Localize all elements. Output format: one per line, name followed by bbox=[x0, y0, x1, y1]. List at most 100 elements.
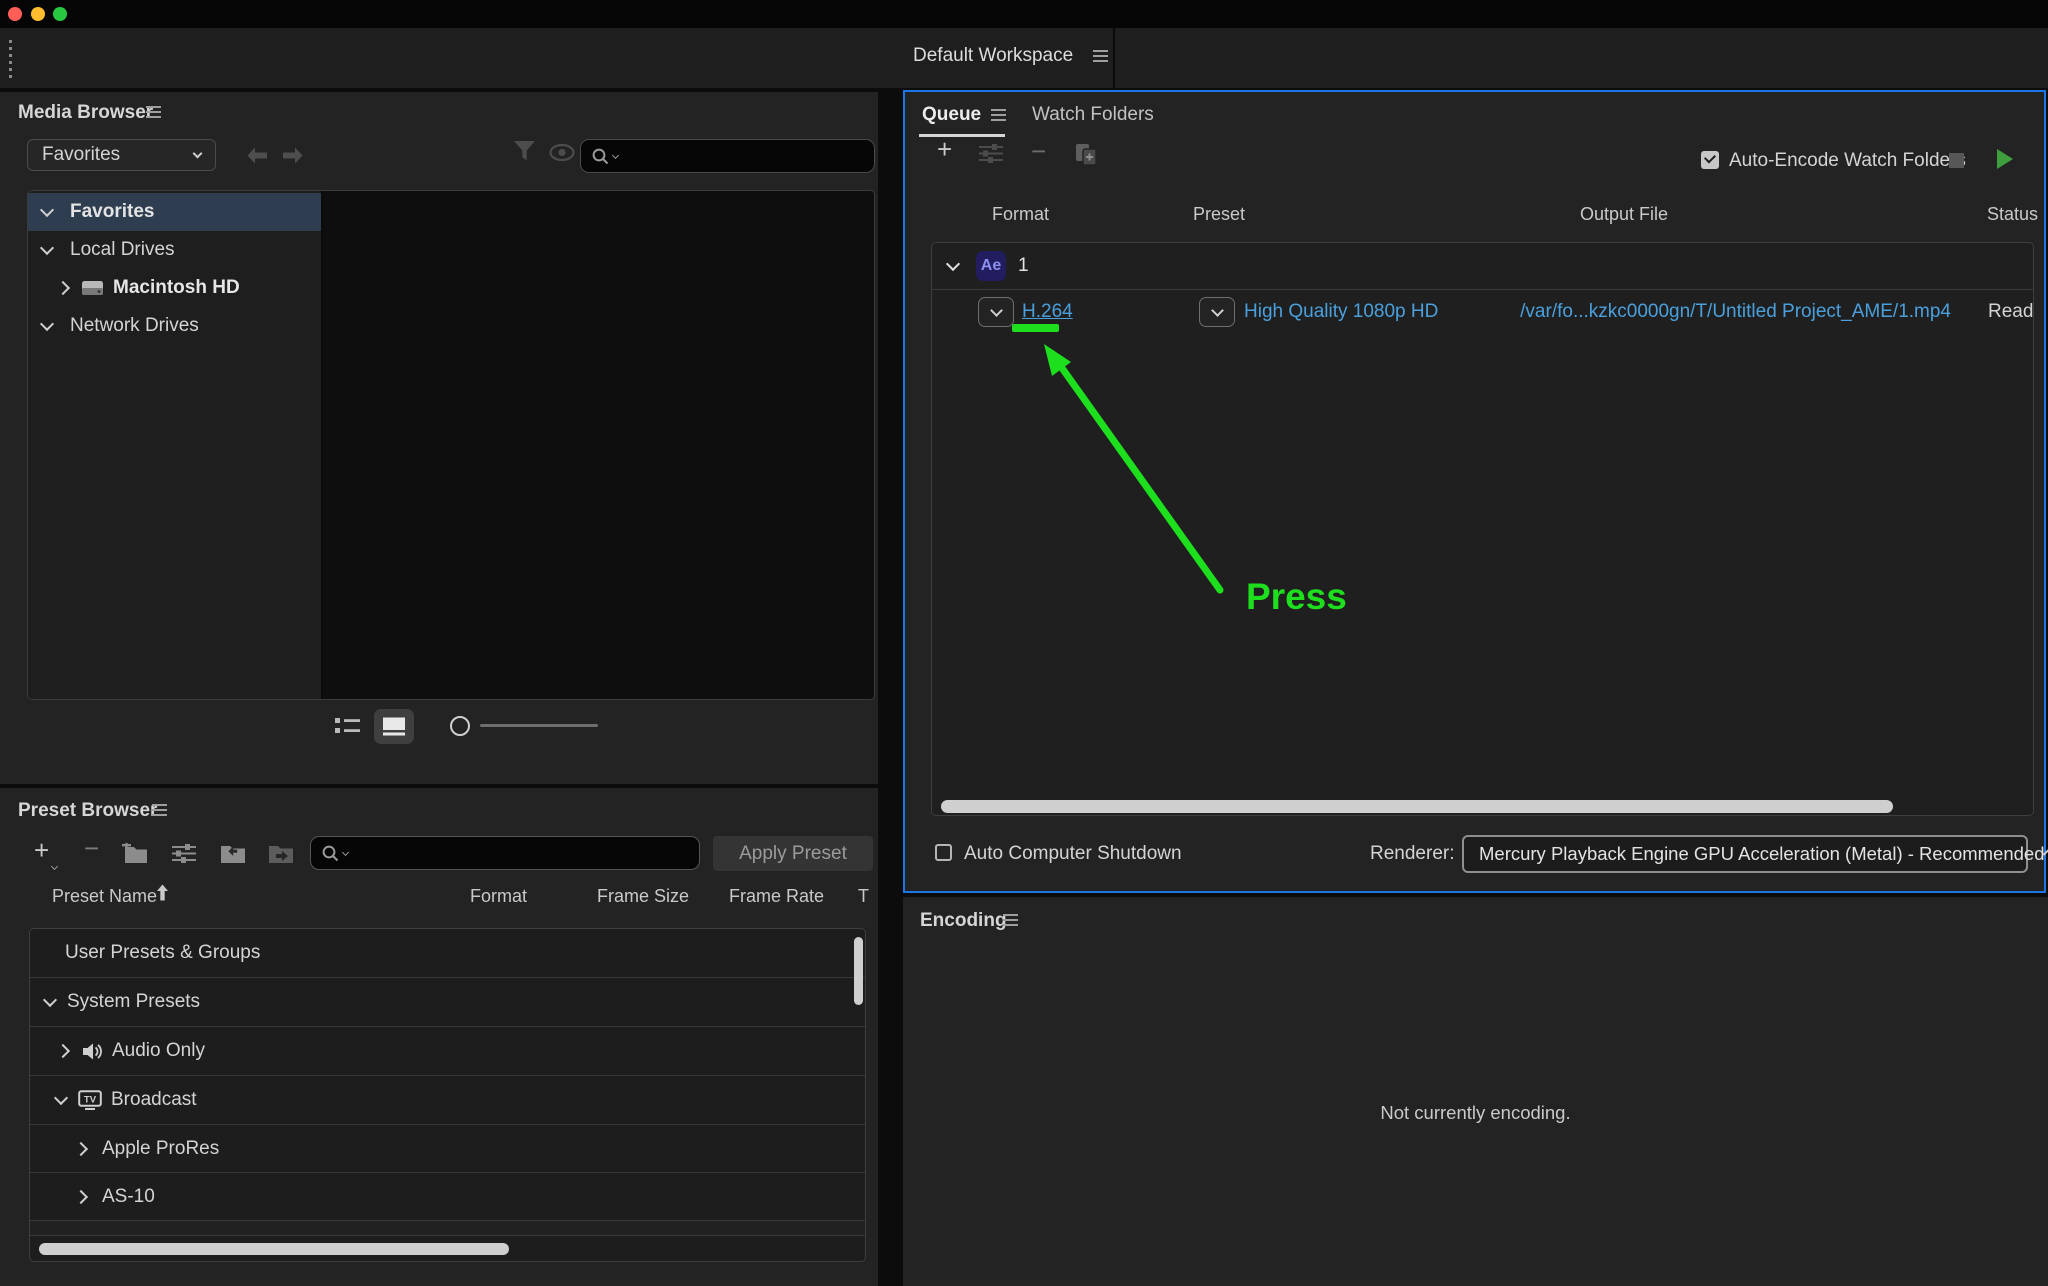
renderer-dropdown[interactable]: Mercury Playback Engine GPU Acceleration… bbox=[1462, 835, 2048, 873]
search-options-chevron-icon[interactable] bbox=[611, 151, 620, 159]
location-dropdown[interactable]: Favorites bbox=[27, 139, 216, 171]
minus-icon: − bbox=[1031, 136, 1047, 166]
tree-item-macintosh-hd[interactable]: Macintosh HD bbox=[28, 269, 321, 307]
workspace-title[interactable]: Default Workspace bbox=[913, 45, 1109, 67]
preset-list-horizontal-scrollbar[interactable] bbox=[39, 1243, 509, 1255]
add-output-button[interactable] bbox=[979, 144, 1003, 163]
queue-panel-menu-icon[interactable] bbox=[991, 109, 1006, 121]
duplicate-button[interactable] bbox=[1075, 143, 1098, 166]
preset-row-partial bbox=[30, 1221, 865, 1236]
format-dropdown-button[interactable] bbox=[978, 297, 1014, 327]
tree-item-network-drives[interactable]: Network Drives bbox=[28, 307, 321, 345]
workspace-menu-icon[interactable] bbox=[1093, 50, 1109, 62]
remove-button[interactable]: − bbox=[1031, 136, 1047, 166]
preset-row-label: System Presets bbox=[67, 991, 201, 1012]
preset-list-vertical-scrollbar[interactable] bbox=[854, 937, 863, 1005]
format-link[interactable]: H.264 bbox=[1022, 301, 1073, 323]
chevron-down-icon[interactable] bbox=[42, 992, 58, 1008]
column-frame-rate[interactable]: Frame Rate bbox=[729, 886, 824, 907]
queue-horizontal-scrollbar[interactable] bbox=[941, 800, 1893, 813]
chevron-down-icon bbox=[989, 303, 1003, 317]
list-view-button[interactable] bbox=[334, 716, 360, 736]
column-truncated[interactable]: T bbox=[858, 886, 869, 907]
preset-row-as-10[interactable]: AS-10 bbox=[30, 1173, 865, 1221]
add-source-button[interactable]: + bbox=[937, 136, 952, 162]
chevron-down-icon[interactable] bbox=[39, 240, 55, 256]
back-button[interactable] bbox=[246, 147, 268, 164]
forward-arrow-icon bbox=[283, 147, 303, 164]
media-browser-panel: Media Browser Favorites Favorites Local … bbox=[0, 92, 878, 784]
queue-item-row[interactable]: H.264 High Quality 1080p HD /var/fo...kz… bbox=[932, 290, 2033, 336]
preset-link[interactable]: High Quality 1080p HD bbox=[1244, 301, 1438, 323]
create-preset-button[interactable]: + bbox=[34, 835, 50, 865]
preset-browser-panel-menu-icon[interactable] bbox=[152, 804, 167, 816]
location-dropdown-value: Favorites bbox=[42, 144, 121, 165]
application-window: Default Workspace Media Browser Favorite… bbox=[0, 0, 2048, 1286]
export-preset-button[interactable] bbox=[268, 843, 294, 864]
tv-icon-label: TV bbox=[84, 1095, 97, 1106]
minimize-button[interactable] bbox=[31, 7, 45, 21]
eye-icon bbox=[549, 144, 575, 161]
encoding-panel-menu-icon[interactable] bbox=[1003, 914, 1018, 926]
close-button[interactable] bbox=[8, 7, 22, 21]
panel-grip[interactable] bbox=[9, 40, 12, 78]
preset-row-broadcast[interactable]: TV Broadcast bbox=[30, 1076, 865, 1125]
preset-settings-button[interactable] bbox=[172, 844, 196, 863]
titlebar bbox=[0, 0, 2048, 28]
export-folder-icon bbox=[269, 846, 293, 863]
zoom-slider-track[interactable] bbox=[480, 724, 598, 727]
preset-row-system-presets[interactable]: System Presets bbox=[30, 978, 865, 1027]
chevron-down-icon[interactable] bbox=[39, 316, 55, 332]
media-search-input[interactable] bbox=[580, 139, 875, 173]
tree-item-favorites[interactable]: Favorites bbox=[28, 193, 321, 231]
chevron-right-icon[interactable] bbox=[55, 280, 71, 296]
search-options-chevron-icon[interactable] bbox=[341, 848, 350, 856]
stop-queue-button[interactable] bbox=[1949, 153, 1964, 168]
chevron-down-icon[interactable] bbox=[39, 202, 55, 218]
tree-item-label: Favorites bbox=[70, 201, 155, 222]
auto-encode-checkbox[interactable] bbox=[1701, 151, 1719, 169]
chevron-down-icon bbox=[1210, 303, 1224, 317]
encoding-status-message: Not currently encoding. bbox=[1380, 1102, 1571, 1123]
apply-preset-button[interactable]: Apply Preset bbox=[713, 836, 873, 871]
queue-group-row[interactable]: Ae 1 bbox=[932, 243, 2033, 289]
delete-preset-button[interactable]: − bbox=[84, 835, 99, 861]
output-file-link[interactable]: /var/fo...kzkc0000gn/T/Untitled Project_… bbox=[1520, 301, 1951, 323]
filter-button[interactable] bbox=[513, 140, 536, 161]
chevron-right-icon[interactable] bbox=[73, 1141, 89, 1156]
preset-search-input[interactable] bbox=[310, 836, 700, 870]
tab-watch-folders[interactable]: Watch Folders bbox=[1032, 104, 1154, 126]
plus-icon: + bbox=[34, 835, 50, 865]
queue-list: Ae 1 H.264 High Quality 1080p HD /var/fo… bbox=[931, 242, 2034, 816]
preset-row-user-presets[interactable]: User Presets & Groups bbox=[30, 929, 865, 978]
zoom-slider-knob[interactable] bbox=[450, 716, 470, 736]
auto-shutdown-label: Auto Computer Shutdown bbox=[964, 843, 1182, 864]
sort-ascending-icon[interactable] bbox=[156, 884, 169, 901]
new-group-button[interactable] bbox=[122, 843, 148, 864]
tree-item-local-drives[interactable]: Local Drives bbox=[28, 231, 321, 269]
tab-queue[interactable]: Queue bbox=[922, 104, 981, 126]
chevron-right-icon[interactable] bbox=[55, 1043, 71, 1059]
chevron-down-icon[interactable] bbox=[945, 256, 961, 272]
start-queue-button[interactable] bbox=[1997, 149, 2013, 169]
preset-dropdown-button[interactable] bbox=[1199, 297, 1235, 327]
hide-items-button[interactable] bbox=[549, 144, 575, 161]
forward-button[interactable] bbox=[282, 147, 304, 164]
list-view-icon bbox=[335, 718, 360, 733]
zoom-button[interactable] bbox=[53, 7, 67, 21]
column-output-file: Output File bbox=[1580, 204, 1669, 224]
import-preset-button[interactable] bbox=[220, 843, 246, 864]
media-browser-panel-menu-icon[interactable] bbox=[146, 106, 161, 118]
preset-row-apple-prores[interactable]: Apple ProRes bbox=[30, 1125, 865, 1173]
auto-encode-label: Auto-Encode Watch Folders bbox=[1729, 150, 1966, 171]
chevron-right-icon[interactable] bbox=[73, 1189, 89, 1204]
column-frame-size[interactable]: Frame Size bbox=[597, 886, 689, 907]
column-preset-name[interactable]: Preset Name bbox=[52, 886, 157, 907]
thumbnail-view-button[interactable] bbox=[374, 709, 414, 744]
workspace-title-label: Default Workspace bbox=[913, 45, 1074, 66]
chevron-down-icon[interactable] bbox=[53, 1090, 69, 1106]
column-format: Format bbox=[992, 204, 1050, 224]
preset-row-audio-only[interactable]: Audio Only bbox=[30, 1027, 865, 1076]
auto-shutdown-checkbox[interactable] bbox=[935, 844, 952, 861]
column-format[interactable]: Format bbox=[470, 886, 527, 907]
